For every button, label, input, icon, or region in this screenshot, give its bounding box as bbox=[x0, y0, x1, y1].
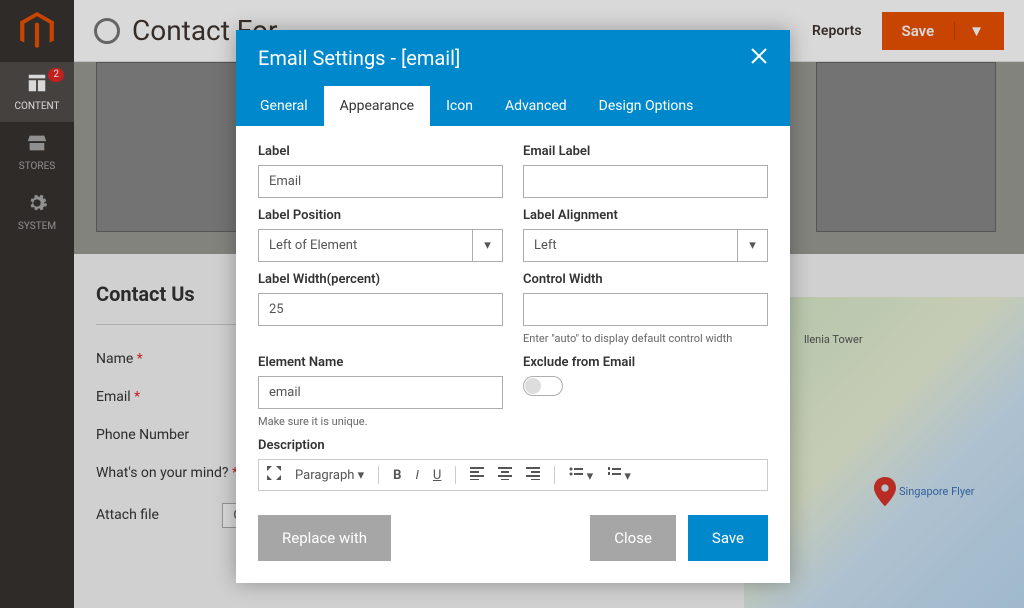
tab-appearance[interactable]: Appearance bbox=[324, 86, 430, 126]
modal-save-button[interactable]: Save bbox=[688, 515, 768, 561]
email-settings-modal: Email Settings - [email] General Appeara… bbox=[236, 30, 790, 583]
bullet-list-icon[interactable]: ▾ bbox=[569, 466, 593, 484]
map-pin-icon bbox=[874, 477, 896, 507]
element-name-input[interactable] bbox=[258, 376, 503, 409]
italic-icon[interactable]: I bbox=[415, 468, 418, 483]
underline-icon[interactable]: U bbox=[433, 468, 441, 483]
control-width-input[interactable] bbox=[523, 293, 768, 326]
tab-advanced[interactable]: Advanced bbox=[489, 86, 583, 126]
number-list-icon[interactable]: ▾ bbox=[607, 466, 631, 484]
tab-design-options[interactable]: Design Options bbox=[583, 86, 710, 126]
sidebar-item-stores[interactable]: STORES bbox=[0, 122, 74, 182]
chevron-down-icon[interactable]: ▼ bbox=[954, 22, 984, 40]
field-label-position: Label Position Left of Element ▾ bbox=[258, 208, 503, 262]
align-right-icon[interactable] bbox=[526, 466, 540, 484]
field-label-width: Label Width(percent) bbox=[258, 272, 503, 345]
editor-toolbar: Paragraph ▾ B I U ▾ ▾ bbox=[258, 459, 768, 491]
field-email-label: Email Label bbox=[523, 144, 768, 198]
map-label-flyer: Singapore Flyer bbox=[899, 485, 975, 498]
field-description: Description Paragraph ▾ B I U ▾ ▾ bbox=[258, 438, 768, 491]
map-label-tower: llenia Tower bbox=[804, 333, 863, 346]
bold-icon[interactable]: B bbox=[393, 468, 401, 483]
modal-header: Email Settings - [email] bbox=[236, 30, 790, 86]
replace-with-button[interactable]: Replace with bbox=[258, 515, 391, 561]
chevron-down-icon: ▾ bbox=[737, 230, 767, 261]
email-label-input[interactable] bbox=[523, 165, 768, 198]
align-center-icon[interactable] bbox=[498, 466, 512, 484]
sidebar-item-system[interactable]: SYSTEM bbox=[0, 182, 74, 242]
field-label: Label bbox=[258, 144, 503, 198]
tab-general[interactable]: General bbox=[244, 86, 324, 126]
save-button[interactable]: Save ▼ bbox=[882, 12, 1004, 50]
label-width-input[interactable] bbox=[258, 293, 503, 326]
modal-tabs: General Appearance Icon Advanced Design … bbox=[236, 86, 790, 126]
exclude-toggle[interactable] bbox=[523, 376, 563, 396]
label-alignment-select[interactable]: Left ▾ bbox=[523, 229, 768, 262]
page-icon bbox=[94, 18, 120, 44]
field-control-width: Control Width Enter "auto" to display de… bbox=[523, 272, 768, 345]
sidebar-item-label: SYSTEM bbox=[2, 221, 72, 232]
reports-link[interactable]: Reports bbox=[812, 23, 862, 39]
magento-logo[interactable] bbox=[0, 0, 74, 62]
close-icon[interactable] bbox=[750, 47, 768, 69]
tab-icon[interactable]: Icon bbox=[430, 86, 489, 126]
modal-title: Email Settings - [email] bbox=[258, 46, 460, 70]
sidebar-item-content[interactable]: CONTENT 2 bbox=[0, 62, 74, 122]
decorative-phone-right bbox=[816, 62, 996, 232]
paragraph-select[interactable]: Paragraph ▾ bbox=[295, 468, 364, 483]
field-exclude: Exclude from Email bbox=[523, 355, 768, 428]
field-label-alignment: Label Alignment Left ▾ bbox=[523, 208, 768, 262]
label-position-select[interactable]: Left of Element ▾ bbox=[258, 229, 503, 262]
close-button[interactable]: Close bbox=[590, 515, 676, 561]
chevron-down-icon: ▾ bbox=[472, 230, 502, 261]
modal-footer: Replace with Close Save bbox=[236, 499, 790, 583]
notification-badge: 2 bbox=[48, 68, 64, 82]
align-left-icon[interactable] bbox=[470, 466, 484, 484]
sidebar-item-label: STORES bbox=[2, 161, 72, 172]
sidebar-item-label: CONTENT bbox=[2, 101, 72, 112]
label-input[interactable] bbox=[258, 165, 503, 198]
admin-sidebar: CONTENT 2 STORES SYSTEM bbox=[0, 0, 74, 608]
field-element-name: Element Name Make sure it is unique. bbox=[258, 355, 503, 428]
fullscreen-icon[interactable] bbox=[267, 466, 281, 484]
